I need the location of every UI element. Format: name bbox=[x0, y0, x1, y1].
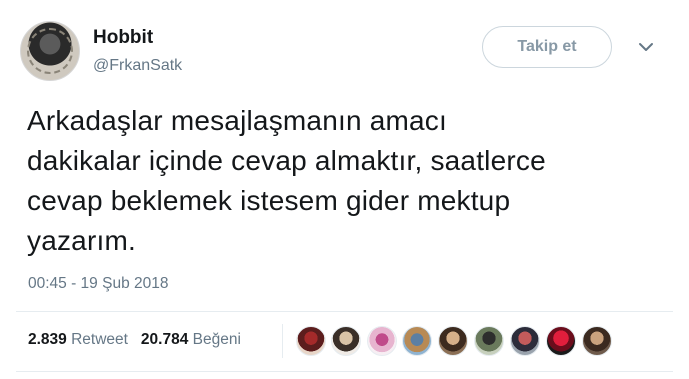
divider bbox=[16, 311, 673, 312]
liker-avatar[interactable] bbox=[296, 326, 326, 356]
avatar-ring bbox=[27, 28, 73, 74]
follow-button[interactable]: Takip et bbox=[482, 26, 612, 68]
liker-avatar[interactable] bbox=[510, 326, 540, 356]
liker-avatar[interactable] bbox=[474, 326, 504, 356]
user-handle[interactable]: @FrkanSatk bbox=[93, 57, 182, 75]
tweet-timestamp[interactable]: 00:45 - 19 Şub 2018 bbox=[28, 275, 168, 293]
liker-avatar[interactable] bbox=[546, 326, 576, 356]
profile-avatar[interactable] bbox=[20, 21, 80, 81]
tweet-line: dakikalar içinde cevap almaktır, saatler… bbox=[27, 145, 546, 176]
liker-avatar[interactable] bbox=[438, 326, 468, 356]
tweet-stats: 2.839 Retweet 20.784 Beğeni bbox=[28, 331, 241, 349]
tweet-line: yazarım. bbox=[27, 225, 136, 256]
like-count[interactable]: 20.784 bbox=[141, 331, 188, 348]
tweet-text: Arkadaşlar mesajlaşmanın amacı dakikalar… bbox=[27, 101, 677, 261]
liker-avatar[interactable] bbox=[331, 326, 361, 356]
chevron-down-icon[interactable] bbox=[636, 40, 656, 54]
liker-avatar[interactable] bbox=[402, 326, 432, 356]
retweet-count[interactable]: 2.839 bbox=[28, 331, 67, 348]
liker-avatar[interactable] bbox=[367, 326, 397, 356]
tweet-line: cevap beklemek istesem gider mektup bbox=[27, 185, 511, 216]
tweet-line: Arkadaşlar mesajlaşmanın amacı bbox=[27, 105, 447, 136]
liker-avatar[interactable] bbox=[582, 326, 612, 356]
divider bbox=[16, 371, 673, 372]
like-label[interactable]: Beğeni bbox=[193, 331, 241, 348]
stats-separator bbox=[282, 324, 283, 358]
retweet-label[interactable]: Retweet bbox=[71, 331, 128, 348]
display-name[interactable]: Hobbit bbox=[93, 27, 153, 49]
